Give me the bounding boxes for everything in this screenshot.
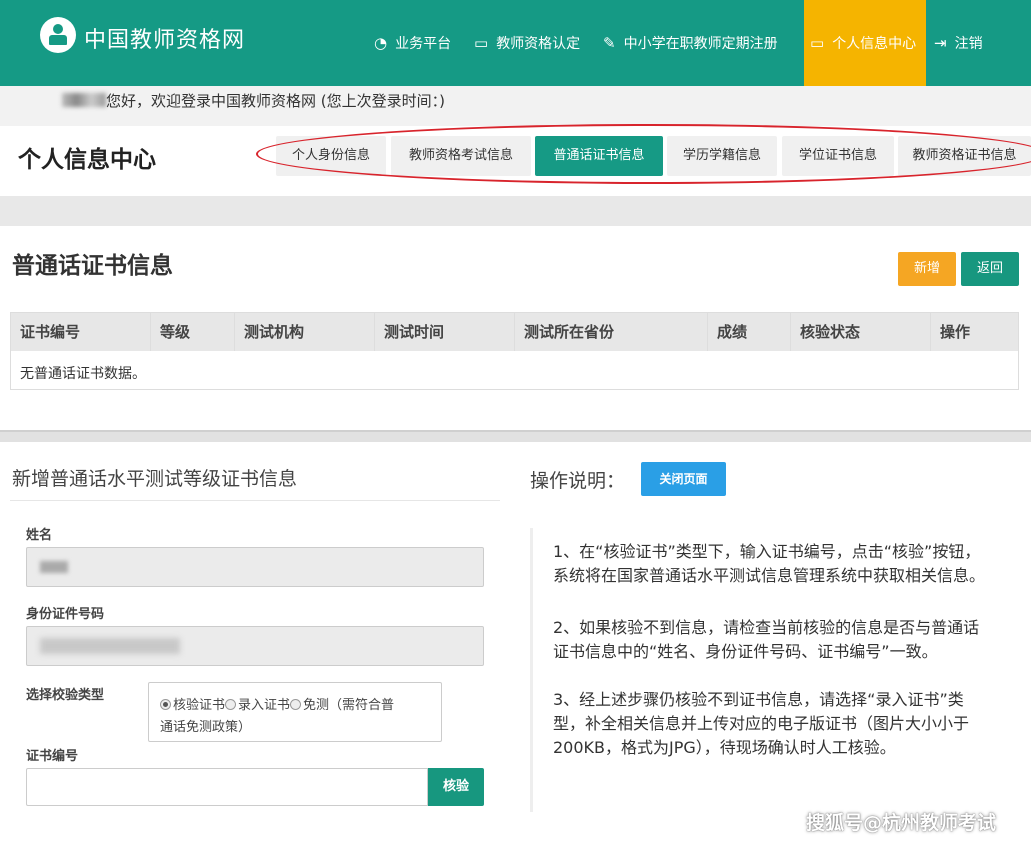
top-nav-bar: 中国教师资格网 ◔ 业务平台 ▭ 教师资格认定 ✎ 中小学在职教师定期注册 ▭ … [0, 0, 1031, 86]
column-header: 测试所在省份 [514, 313, 707, 351]
blurred-id-value [40, 638, 180, 654]
certificate-number-label: 证书编号 [26, 749, 79, 764]
laptop-icon: ▭ [474, 34, 489, 52]
nav-label: 注销 [954, 36, 983, 52]
name-label: 姓名 [26, 528, 53, 543]
column-header: 测试机构 [234, 313, 374, 351]
column-header: 测试时间 [374, 313, 514, 351]
empty-table-message: 无普通话证书数据。 [20, 366, 146, 382]
id-number-label: 身份证件号码 [26, 607, 105, 622]
certificate-number-input[interactable] [26, 768, 428, 806]
name-field[interactable] [26, 547, 484, 587]
welcome-text: 您好，欢迎登录中国教师资格网 (您上次登录时间：) [106, 92, 445, 110]
verify-type-label: 选择校验类型 [26, 688, 105, 703]
form-title: 新增普通话水平测试等级证书信息 [12, 468, 298, 490]
radio-enter-certificate[interactable]: 录入证书 [225, 698, 290, 713]
radio-exempt[interactable]: 免测（需符合普 [290, 698, 394, 713]
radio-verify-certificate[interactable]: 核验证书 [160, 698, 225, 713]
dashboard-icon: ◔ [374, 34, 388, 52]
nav-label: 教师资格认定 [496, 36, 581, 52]
divider [10, 500, 500, 501]
column-header: 成绩 [707, 313, 790, 351]
logout-icon: ⇥ [934, 34, 947, 52]
certificate-table: 证书编号 等级 测试机构 测试时间 测试所在省份 成绩 核验状态 操作 无普通话… [10, 312, 1019, 390]
nav-item-business-platform[interactable]: ◔ 业务平台 [374, 0, 451, 86]
nav-item-personal-center[interactable]: ▭ 个人信息中心 [804, 0, 926, 86]
laptop-icon: ▭ [810, 34, 825, 52]
close-page-button[interactable]: 关闭页面 [641, 462, 726, 496]
column-header: 证书编号 [20, 323, 81, 341]
blurred-name-value [40, 561, 68, 573]
back-button[interactable]: 返回 [961, 252, 1019, 286]
add-button[interactable]: 新增 [898, 252, 956, 286]
instructions-title: 操作说明： [530, 470, 626, 492]
site-title[interactable]: 中国教师资格网 [84, 22, 245, 54]
teacher-logo-icon[interactable] [40, 17, 76, 53]
radio-options-line: 核验证书 录入证书 免测（需符合普 [160, 694, 394, 713]
nav-label: 中小学在职教师定期注册 [623, 36, 778, 52]
verify-button[interactable]: 核验 [428, 768, 484, 806]
watermark-text: 搜狐号@杭州教师考试 [806, 812, 997, 834]
column-header: 操作 [930, 313, 1018, 351]
radio-unchecked-icon [225, 699, 237, 710]
radio-unchecked-icon [290, 699, 302, 710]
red-annotation-ellipse [256, 124, 1031, 184]
blurred-username [62, 93, 106, 107]
column-header: 核验状态 [790, 313, 930, 351]
column-header: 等级 [150, 313, 234, 351]
section-divider [0, 196, 1031, 226]
radio-checked-icon [160, 699, 171, 710]
edit-icon: ✎ [603, 34, 616, 52]
nav-item-logout[interactable]: ⇥ 注销 [934, 0, 983, 86]
nav-item-qualification[interactable]: ▭ 教师资格认定 [474, 0, 580, 86]
table-header: 证书编号 等级 测试机构 测试时间 测试所在省份 成绩 核验状态 操作 [11, 313, 1018, 351]
radio-options-line: 通话免测政策） [160, 720, 252, 735]
section-title: 普通话证书信息 [12, 253, 173, 279]
nav-label: 个人信息中心 [832, 36, 917, 52]
instruction-paragraph: 1、在“核验证书”类型下，输入证书编号，点击“核验”按钮，系统将在国家普通话水平… [553, 542, 986, 585]
nav-item-registration[interactable]: ✎ 中小学在职教师定期注册 [603, 0, 778, 86]
instruction-paragraph: 2、如果核验不到信息，请检查当前核验的信息是否与普通话证书信息中的“姓名、身份证… [553, 618, 980, 661]
page-title: 个人信息中心 [18, 147, 156, 173]
instruction-paragraph: 3、经上述步骤仍核验不到证书信息，请选择“录入证书”类型，补全相关信息并上传对应… [553, 690, 970, 757]
nav-label: 业务平台 [395, 36, 452, 52]
section-divider [0, 430, 1031, 442]
